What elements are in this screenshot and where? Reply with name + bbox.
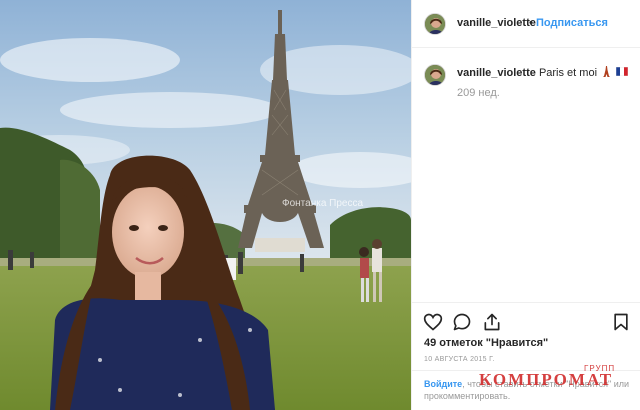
share-icon[interactable] bbox=[482, 312, 502, 332]
avatar[interactable] bbox=[424, 64, 446, 86]
post-side-panel: vanille_violette • Подписаться vanille_v… bbox=[411, 0, 640, 410]
follow-button[interactable]: Подписаться bbox=[536, 17, 608, 29]
eiffel-tower-emoji-icon bbox=[602, 66, 611, 80]
post-date: 10 АВГУСТА 2015 Г. bbox=[424, 356, 495, 363]
bookmark-icon[interactable] bbox=[611, 312, 631, 332]
post-header: vanille_violette • Подписаться bbox=[412, 0, 640, 48]
comment-icon[interactable] bbox=[452, 312, 472, 332]
caption-body: Paris et moi bbox=[538, 66, 598, 79]
caption-username[interactable]: vanille_violette bbox=[457, 67, 536, 79]
brand-watermark-sub: ГРУПП bbox=[584, 364, 616, 373]
caption-text: vanille_violette Paris et moi bbox=[457, 66, 629, 80]
action-bar bbox=[412, 302, 640, 336]
caption-timestamp[interactable]: 209 нед. bbox=[457, 87, 500, 99]
login-link[interactable]: Войдите bbox=[424, 379, 462, 389]
brand-watermark: КОМПРОМАТ bbox=[479, 370, 614, 389]
photo-watermark: Фонтанка Пресса bbox=[282, 198, 364, 209]
heart-icon[interactable] bbox=[423, 312, 443, 332]
post-photo[interactable]: Фонтанка Пресса bbox=[0, 0, 411, 410]
header-separator: • bbox=[529, 17, 533, 29]
likes-count[interactable]: 49 отметок "Нравится" bbox=[424, 337, 548, 349]
france-flag-icon bbox=[615, 66, 629, 79]
header-username[interactable]: vanille_violette bbox=[457, 17, 536, 29]
avatar[interactable] bbox=[424, 13, 446, 35]
